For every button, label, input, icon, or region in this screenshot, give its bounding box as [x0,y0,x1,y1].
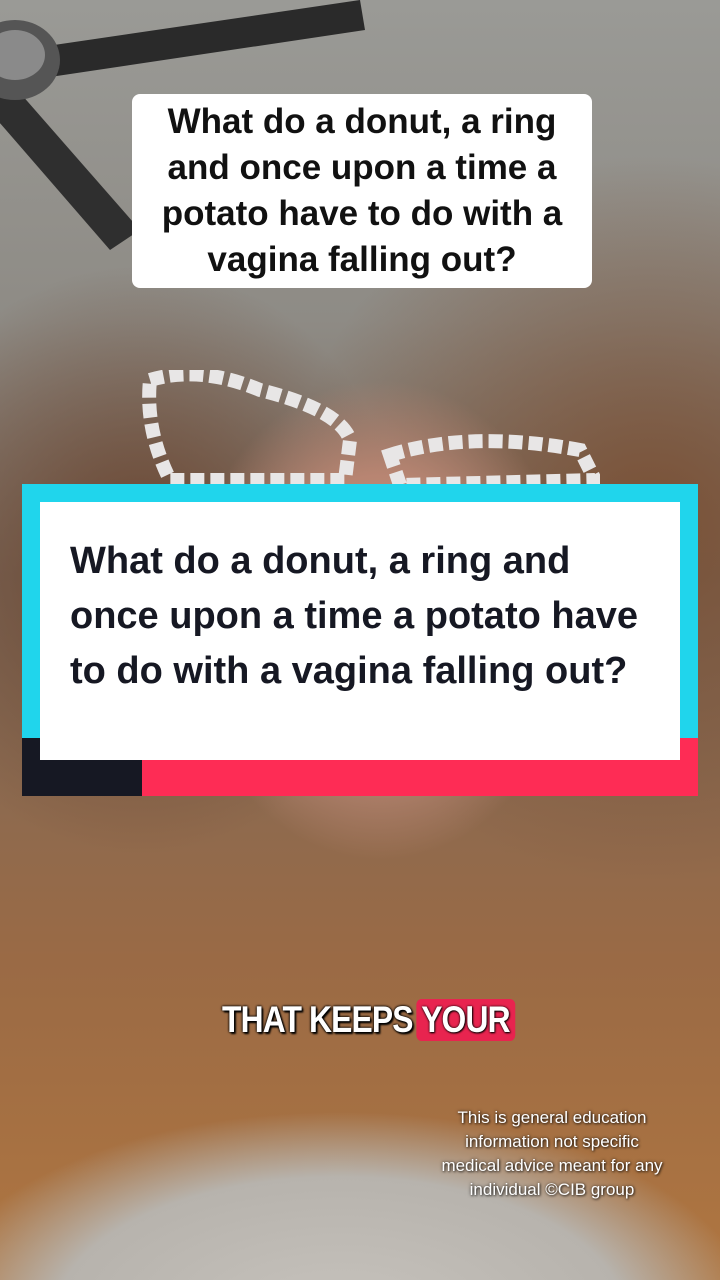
disclaimer-text: This is general education information no… [441,1108,663,1199]
title-card-text: What do a donut, a ring and once upon a … [70,540,638,692]
title-card-panel: What do a donut, a ring and once upon a … [40,502,680,760]
top-caption: What do a donut, a ring and once upon a … [132,94,592,288]
shirt-area [0,900,720,1280]
glasses-graphic [142,370,600,490]
subtitle-highlight-word: YOUR [416,999,515,1041]
subtitle-text: THAT KEEPS [222,999,413,1040]
title-card: What do a donut, a ring and once upon a … [22,484,698,796]
top-caption-text: What do a donut, a ring and once upon a … [161,102,563,279]
subtitle-caption: THAT KEEPS YOUR [222,998,515,1042]
